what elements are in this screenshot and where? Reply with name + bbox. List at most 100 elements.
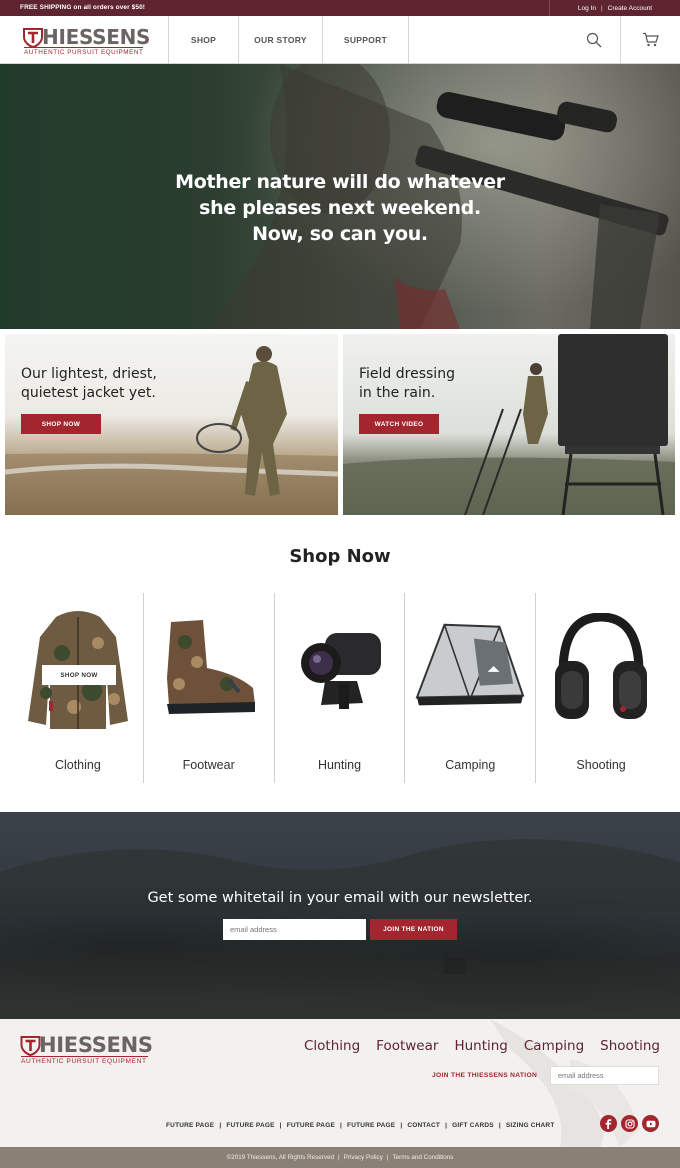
misty-field-image (0, 839, 680, 1019)
category-footwear[interactable]: Footwear (144, 593, 275, 783)
hero-headline: Mother nature will do whatever she pleas… (140, 169, 540, 247)
instagram-icon (624, 1118, 635, 1129)
cart-icon (643, 32, 659, 47)
shield-logo-icon (23, 28, 43, 48)
optic-sight-icon (300, 633, 381, 709)
hero-banner: Mother nature will do whatever she pleas… (0, 64, 680, 329)
footer-email-input[interactable] (550, 1066, 659, 1085)
terms-link[interactable]: Terms and Conditions (393, 1154, 454, 1161)
promo-jacket-title: Our lightest, driest, quietest jacket ye… (21, 365, 157, 403)
promo-jacket-line-2: quietest jacket yet. (21, 385, 156, 401)
hero-line-3: Now, so can you. (252, 223, 428, 245)
nav-shop[interactable]: SHOP (168, 16, 238, 63)
footer-link-sizing-chart[interactable]: SIZING CHART (506, 1122, 555, 1129)
ear-muffs-icon (555, 613, 648, 719)
account-links: Log In | Create Account (549, 0, 680, 16)
footer-link-hunting[interactable]: Hunting (454, 1038, 507, 1054)
footer-link-future-page-2[interactable]: FUTURE PAGE (226, 1122, 274, 1129)
boot-icon (166, 620, 255, 714)
site-footer: HIESSENS AUTHENTIC PURSUIT EQUIPMENT Clo… (0, 1019, 680, 1147)
footer-link-separator: | (498, 1122, 501, 1129)
footer-link-footwear[interactable]: Footwear (376, 1038, 438, 1054)
hunting-image (285, 603, 395, 733)
copyright-text: ©2019 Thiessens, All Rights Reserved (226, 1154, 335, 1161)
category-shooting-label: Shooting (576, 758, 626, 772)
hero-line-1: Mother nature will do whatever (175, 171, 505, 193)
footer-link-separator: | (340, 1122, 343, 1129)
category-grid: SHOP NOW Clothing Footwear Hunting Campi… (13, 593, 666, 783)
hero-line-2: she pleases next weekend. (199, 197, 481, 219)
watch-video-button[interactable]: WATCH VIDEO (359, 414, 439, 434)
privacy-policy-link[interactable]: Privacy Policy (344, 1154, 383, 1161)
camping-image (415, 603, 525, 733)
youtube-link[interactable] (642, 1115, 659, 1132)
footer-link-separator: | (219, 1122, 222, 1129)
footer-link-shooting[interactable]: Shooting (600, 1038, 660, 1054)
shooting-image (546, 603, 656, 733)
promo-top-bar: FREE SHIPPING on all orders over $50! Lo… (0, 0, 680, 16)
promo-video-line-2: in the rain. (359, 385, 436, 401)
main-nav: SHOP OUR STORY SUPPORT (168, 16, 409, 63)
footer-link-contact[interactable]: CONTACT (407, 1122, 440, 1129)
promo-video-line-1: Field dressing (359, 366, 455, 382)
category-hunting[interactable]: Hunting (275, 593, 406, 783)
facebook-icon (605, 1118, 612, 1129)
category-camping[interactable]: Camping (405, 593, 537, 783)
footer-link-separator: | (279, 1122, 282, 1129)
footer-brand-wordmark: HIESSENS (39, 1033, 153, 1057)
social-links (600, 1115, 659, 1132)
brand-logo[interactable]: HIESSENS AUTHENTIC PURSUIT EQUIPMENT (23, 24, 150, 58)
footer-category-links: Clothing Footwear Hunting Camping Shooti… (304, 1038, 660, 1054)
footer-brand-tagline: AUTHENTIC PURSUIT EQUIPMENT (21, 1056, 148, 1065)
footer-link-future-page-4[interactable]: FUTURE PAGE (347, 1122, 395, 1129)
clothing-shop-now-button[interactable]: SHOP NOW (42, 665, 116, 685)
footer-link-separator: | (445, 1122, 448, 1129)
search-icon (586, 32, 602, 47)
instagram-link[interactable] (621, 1115, 638, 1132)
category-footwear-label: Footwear (182, 758, 235, 772)
free-shipping-text: FREE SHIPPING on all orders over $50! (20, 4, 146, 11)
promo-video: Field dressing in the rain. WATCH VIDEO (343, 334, 675, 515)
join-the-nation-button[interactable]: JOIN THE NATION (370, 919, 457, 940)
footer-join-label: JOIN THE THIESSENS NATION (432, 1072, 538, 1079)
shop-now-button[interactable]: SHOP NOW (21, 414, 101, 434)
newsletter-section: Get some whitetail in your email with ou… (0, 812, 680, 1019)
brand-wordmark: HIESSENS (42, 25, 151, 49)
nav-our-story[interactable]: OUR STORY (238, 16, 322, 63)
footer-shield-logo-icon (20, 1036, 41, 1056)
facebook-link[interactable] (600, 1115, 617, 1132)
account-separator: | (600, 4, 603, 12)
cart-button[interactable] (620, 16, 680, 63)
search-button[interactable] (568, 16, 620, 63)
footer-link-future-page-3[interactable]: FUTURE PAGE (287, 1122, 335, 1129)
category-shooting[interactable]: Shooting (536, 593, 666, 783)
copyright-separator: | (338, 1154, 340, 1161)
category-camping-label: Camping (445, 758, 496, 772)
nav-support[interactable]: SUPPORT (322, 16, 409, 63)
tent-icon (415, 623, 525, 706)
newsletter-title: Get some whitetail in your email with ou… (147, 890, 533, 906)
footwear-image (154, 603, 264, 733)
footer-link-gift-cards[interactable]: GIFT CARDS (452, 1122, 494, 1129)
footer-brand-logo[interactable]: HIESSENS AUTHENTIC PURSUIT EQUIPMENT (20, 1033, 153, 1065)
category-clothing[interactable]: SHOP NOW Clothing (13, 593, 144, 783)
promo-jacket-line-1: Our lightest, driest, (21, 366, 157, 382)
footer-link-camping[interactable]: Camping (524, 1038, 584, 1054)
site-header: HIESSENS AUTHENTIC PURSUIT EQUIPMENT SHO… (0, 16, 680, 64)
newsletter-email-input[interactable] (223, 919, 366, 940)
category-clothing-label: Clothing (54, 758, 101, 772)
create-account-link[interactable]: Create Account (608, 5, 652, 12)
login-link[interactable]: Log In (578, 5, 596, 12)
copyright-bar: ©2019 Thiessens, All Rights Reserved | P… (0, 1147, 680, 1168)
promo-jacket: Our lightest, driest, quietest jacket ye… (5, 334, 338, 515)
footer-link-separator: | (400, 1122, 403, 1129)
copyright-separator: | (386, 1154, 389, 1161)
shop-now-heading: Shop Now (289, 546, 391, 567)
promo-video-title: Field dressing in the rain. (359, 365, 455, 403)
footer-page-links: FUTURE PAGE | FUTURE PAGE | FUTURE PAGE | F… (166, 1122, 555, 1129)
footer-link-future-page-1[interactable]: FUTURE PAGE (166, 1122, 214, 1129)
category-hunting-label: Hunting (317, 758, 362, 772)
footer-link-clothing[interactable]: Clothing (304, 1038, 360, 1054)
youtube-icon (646, 1120, 655, 1127)
brand-tagline: AUTHENTIC PURSUIT EQUIPMENT (24, 47, 144, 56)
